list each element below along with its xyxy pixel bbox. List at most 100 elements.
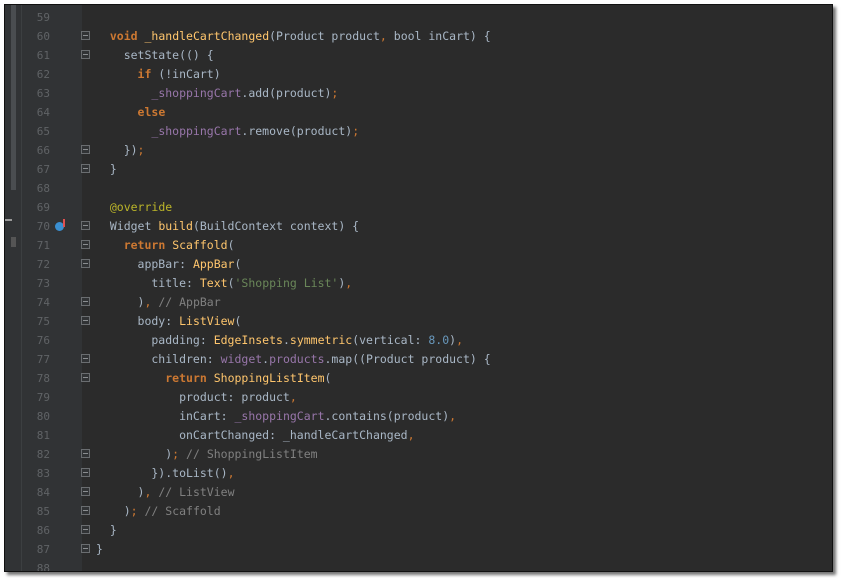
code-line[interactable]: 63 _shoppingCart.add(product); (5, 84, 832, 103)
code-line[interactable]: 75 body: ListView( (5, 312, 832, 331)
code-token: ) (96, 485, 145, 499)
line-number: 78 (36, 372, 50, 385)
code-token: }) (96, 143, 138, 157)
fold-toggle-icon[interactable] (81, 316, 90, 325)
fold-toggle-icon[interactable] (81, 468, 90, 477)
fold-toggle-icon[interactable] (81, 506, 90, 515)
code-text: ), // AppBar (96, 293, 221, 312)
code-line[interactable]: 80 inCart: _shoppingCart.contains(produc… (5, 407, 832, 426)
code-token: // AppBar (158, 295, 221, 309)
line-number: 63 (36, 87, 50, 100)
fold-toggle-icon[interactable] (81, 373, 90, 382)
fold-toggle-icon[interactable] (81, 297, 90, 306)
code-line[interactable]: 71 return Scaffold( (5, 236, 832, 255)
code-token: ; (331, 86, 339, 100)
code-token: Scaffold (172, 238, 228, 252)
code-line[interactable]: 65 _shoppingCart.remove(product); (5, 122, 832, 141)
code-line[interactable]: 72 appBar: AppBar( (5, 255, 832, 274)
code-token: . (282, 333, 290, 347)
fold-toggle-icon[interactable] (81, 544, 90, 553)
code-line[interactable]: 66 }); (5, 141, 832, 160)
code-token: void (109, 29, 138, 43)
fold-toggle-icon[interactable] (81, 31, 90, 40)
fold-toggle-icon[interactable] (81, 145, 90, 154)
code-token: title: (96, 276, 200, 290)
code-token: Widget (96, 219, 159, 233)
code-line[interactable]: 85 ); // Scaffold (5, 502, 832, 521)
code-token: }).toList() (96, 466, 228, 480)
code-token: else (137, 105, 166, 119)
code-line[interactable]: 67 } (5, 160, 832, 179)
code-line[interactable]: 64 else (5, 103, 832, 122)
fold-toggle-icon[interactable] (81, 449, 90, 458)
code-text: return Scaffold( (96, 236, 235, 255)
fold-toggle-icon[interactable] (81, 354, 90, 363)
code-line[interactable]: 82 ); // ShoppingListItem (5, 445, 832, 464)
code-line[interactable]: 83 }).toList(), (5, 464, 832, 483)
code-token: return (123, 238, 166, 252)
code-line[interactable]: 69 @override (5, 198, 832, 217)
code-text: title: Text('Shopping List'), (96, 274, 352, 293)
line-number: 87 (36, 543, 50, 556)
code-text: _shoppingCart.add(product); (96, 84, 338, 103)
code-line[interactable]: 59 (5, 8, 832, 27)
fold-toggle-icon[interactable] (81, 525, 90, 534)
code-line[interactable]: 86 } (5, 521, 832, 540)
code-line[interactable]: 76 padding: EdgeInsets.symmetric(vertica… (5, 331, 832, 350)
code-token: ( (227, 238, 235, 252)
code-line[interactable]: 61 setState(() { (5, 46, 832, 65)
code-token: .remove(product) (241, 124, 353, 138)
override-method-icon[interactable] (55, 219, 65, 231)
code-line[interactable]: 77 children: widget.products.map((Produc… (5, 350, 832, 369)
code-line[interactable]: 79 product: product, (5, 388, 832, 407)
fold-toggle-icon[interactable] (81, 240, 90, 249)
code-line[interactable]: 68 (5, 179, 832, 198)
code-line[interactable]: 88 (5, 559, 832, 571)
code-line[interactable]: 60 void _handleCartChanged(Product produ… (5, 27, 832, 46)
code-text: Widget build(BuildContext context) { (96, 217, 359, 236)
fold-toggle-icon[interactable] (81, 259, 90, 268)
code-token: (vertical: (352, 333, 429, 347)
code-line[interactable]: 78 return ShoppingListItem( (5, 369, 832, 388)
code-line[interactable]: 81 onCartChanged: _handleCartChanged, (5, 426, 832, 445)
fold-toggle-icon[interactable] (81, 487, 90, 496)
code-token: ( (234, 314, 242, 328)
code-text: body: ListView( (96, 312, 242, 331)
line-number: 81 (36, 429, 50, 442)
fold-toggle-icon[interactable] (81, 164, 90, 173)
code-text: _shoppingCart.remove(product); (96, 122, 359, 141)
line-number: 84 (36, 486, 50, 499)
code-token: children: (96, 352, 221, 366)
code-token: (Product product (269, 29, 380, 43)
code-token: ListView (179, 314, 235, 328)
fold-toggle-icon[interactable] (81, 221, 90, 230)
code-area[interactable]: 59 60 void _handleCartChanged(Product pro… (5, 5, 832, 571)
line-number: 65 (36, 125, 50, 138)
line-number: 71 (36, 239, 50, 252)
code-token: ( (227, 276, 235, 290)
line-number: 83 (36, 467, 50, 480)
code-token: ) (96, 295, 145, 309)
code-token: , (407, 428, 415, 442)
code-line[interactable]: 74 ), // AppBar (5, 293, 832, 312)
code-text: }).toList(), (96, 464, 234, 483)
code-line[interactable]: 87} (5, 540, 832, 559)
code-text: @override (96, 198, 172, 217)
code-token: .contains(product) (324, 409, 450, 423)
code-line[interactable]: 84 ), // ListView (5, 483, 832, 502)
code-line[interactable]: 62 if (!inCart) (5, 65, 832, 84)
fold-toggle-icon[interactable] (81, 50, 90, 59)
code-line[interactable]: 70 Widget build(BuildContext context) { (5, 217, 832, 236)
code-token: .add(product) (241, 86, 332, 100)
code-token: ) (96, 447, 173, 461)
code-token: setState(() { (96, 48, 214, 62)
code-line[interactable]: 73 title: Text('Shopping List'), (5, 274, 832, 293)
line-number: 62 (36, 68, 50, 81)
code-token: (BuildContext context) { (192, 219, 360, 233)
code-text: appBar: AppBar( (96, 255, 242, 274)
line-number: 66 (36, 144, 50, 157)
